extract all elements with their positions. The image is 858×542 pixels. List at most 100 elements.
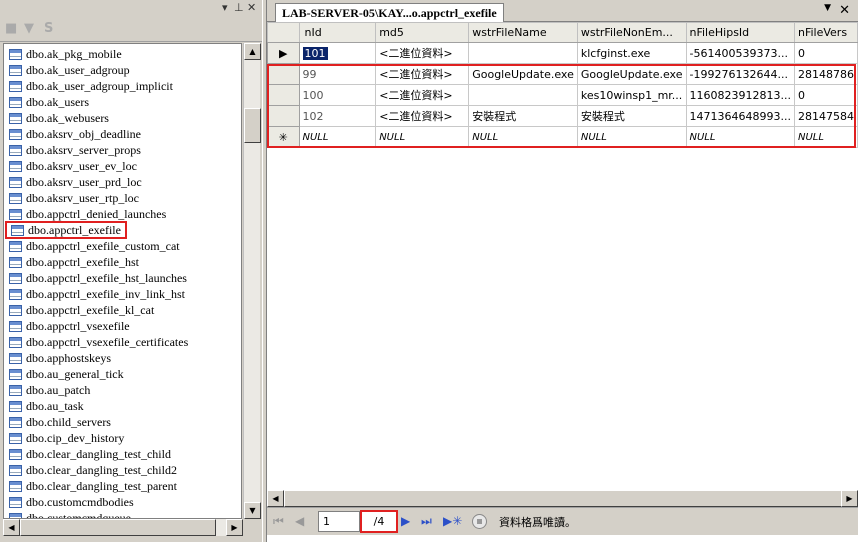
tree-item[interactable]: dbo.cip_dev_history [4, 430, 241, 446]
table-cell[interactable]: <二進位資料> [375, 63, 470, 85]
row-header[interactable]: ▶ [267, 42, 300, 64]
tree-item[interactable]: dbo.clear_dangling_test_parent [4, 478, 241, 494]
next-record-icon[interactable]: ▶ [401, 514, 410, 528]
tree-item[interactable]: dbo.aksrv_user_prd_loc [4, 174, 241, 190]
table-cell[interactable] [468, 84, 578, 106]
tree-item[interactable]: dbo.clear_dangling_test_child [4, 446, 241, 462]
column-header[interactable]: md5 [375, 22, 470, 43]
scroll-left-button[interactable]: ◀ [3, 519, 20, 536]
tree-item[interactable]: dbo.appctrl_exefile_custom_cat [4, 238, 241, 254]
filter-icon[interactable]: ▼ [24, 21, 34, 36]
column-header[interactable]: wstrFileName [468, 22, 578, 43]
table-cell[interactable]: <二進位資料> [375, 84, 470, 106]
table-cell[interactable] [468, 42, 578, 64]
table-cell[interactable]: 102 [298, 105, 377, 127]
scroll-left-button[interactable]: ◀ [267, 490, 284, 507]
table-row[interactable]: 100 <二進位資料> kes10winsp1_mr... 1160823912813… [267, 84, 858, 106]
tree-item[interactable]: dbo.appctrl_vsexefile_certificates [4, 334, 241, 350]
table-cell[interactable]: GoogleUpdate.exe [576, 63, 687, 85]
tree-item[interactable]: dbo.appctrl_vsexefile [4, 318, 241, 334]
table-cell[interactable]: -199276132644... [685, 63, 795, 85]
corner-header[interactable] [267, 22, 300, 43]
row-header[interactable] [267, 105, 300, 127]
table-cell[interactable]: <二進位資料> [375, 105, 470, 127]
last-record-icon[interactable]: ⏭ [421, 514, 432, 529]
row-header[interactable]: ✳ [267, 126, 300, 148]
new-record-icon[interactable]: ▶✳ [443, 514, 462, 528]
table-cell[interactable]: NULL [468, 126, 578, 148]
table-row[interactable]: 99 <二進位資料> GoogleUpdate.exe GoogleUpdate.ex… [267, 63, 858, 85]
tab-close-icon[interactable]: ✕ [839, 3, 850, 18]
tree-item[interactable]: dbo.ak_user_adgroup [4, 62, 241, 78]
stop-icon[interactable]: ■ [5, 21, 17, 36]
scroll-thumb[interactable] [244, 108, 261, 143]
table-cell[interactable]: 100 [298, 84, 377, 106]
tree-item[interactable]: dbo.aksrv_server_props [4, 142, 241, 158]
tree-item[interactable]: dbo.customcmdqueue [4, 510, 241, 518]
sync-icon[interactable]: S [44, 21, 53, 36]
vertical-scrollbar[interactable]: ▲ ▼ [243, 43, 261, 519]
table-row[interactable]: ✳ NULL NULL NULL NULL NULL NULL [267, 126, 858, 148]
column-header[interactable]: nFileVers [793, 22, 858, 43]
tree-item[interactable]: dbo.ak_user_adgroup_implicit [4, 78, 241, 94]
table-cell[interactable]: kes10winsp1_mr... [576, 84, 687, 106]
table-cell[interactable]: 0 [793, 84, 858, 106]
table-cell[interactable]: -561400539373... [685, 42, 795, 64]
row-header[interactable] [267, 84, 300, 106]
table-cell[interactable]: 28147584 [793, 105, 858, 127]
column-header[interactable]: nId [298, 22, 377, 43]
table-cell[interactable]: <二進位資料> [375, 42, 470, 64]
tree-item[interactable]: dbo.aksrv_user_rtp_loc [4, 190, 241, 206]
stop-icon[interactable] [472, 514, 487, 529]
tree-item[interactable]: dbo.appctrl_exefile_hst [4, 254, 241, 270]
column-header[interactable]: wstrFileNonEm... [576, 22, 687, 43]
table-row[interactable]: 102 <二進位資料> 安裝程式 安裝程式 1471364648993... 281475… [267, 105, 858, 127]
tree-item[interactable]: dbo.ak_webusers [4, 110, 241, 126]
scroll-up-button[interactable]: ▲ [244, 43, 261, 60]
table-cell[interactable]: 1160823912813... [685, 84, 795, 106]
prev-record-icon[interactable]: ◀ [295, 514, 304, 528]
tree-item[interactable]: dbo.appctrl_denied_launches [4, 206, 241, 222]
dropdown-icon[interactable]: ▾ [222, 1, 228, 14]
tree-item[interactable]: dbo.appctrl_exefile_kl_cat [4, 302, 241, 318]
tree-item[interactable]: dbo.aksrv_obj_deadline [4, 126, 241, 142]
tree-item[interactable]: dbo.customcmdbodies [4, 494, 241, 510]
scroll-down-button[interactable]: ▼ [244, 502, 261, 519]
tree-item[interactable]: dbo.aksrv_user_ev_loc [4, 158, 241, 174]
table-cell[interactable]: 1471364648993... [685, 105, 795, 127]
table-cell[interactable]: NULL [685, 126, 795, 148]
table-cell[interactable]: GoogleUpdate.exe [468, 63, 578, 85]
scroll-thumb[interactable] [20, 519, 216, 536]
tree-item[interactable]: dbo.au_task [4, 398, 241, 414]
column-header[interactable]: nFileHipsId [685, 22, 795, 43]
row-header[interactable] [267, 63, 300, 85]
tree-item[interactable]: dbo.child_servers [4, 414, 241, 430]
table-cell[interactable]: klcfginst.exe [576, 42, 687, 64]
table-cell[interactable]: 安裝程式 [576, 105, 687, 127]
page-number-input[interactable]: 1 [318, 511, 360, 532]
close-icon[interactable]: ✕ [247, 1, 256, 14]
tree-item[interactable]: dbo.apphostskeys [4, 350, 241, 366]
scroll-right-button[interactable]: ▶ [226, 519, 243, 536]
tree-item[interactable]: dbo.ak_users [4, 94, 241, 110]
table-cell[interactable]: 28148786 [793, 63, 858, 85]
table-row[interactable]: ▶ 101 <二進位資料> klcfginst.exe -561400539373...… [267, 42, 858, 64]
scroll-right-button[interactable]: ▶ [841, 490, 858, 507]
tree-item[interactable]: dbo.appctrl_exefile [5, 221, 127, 239]
table-cell[interactable]: 0 [793, 42, 858, 64]
tree-item[interactable]: dbo.au_general_tick [4, 366, 241, 382]
scroll-thumb[interactable] [284, 490, 844, 507]
tree-item[interactable]: dbo.clear_dangling_test_child2 [4, 462, 241, 478]
tree-item[interactable]: dbo.ak_pkg_mobile [4, 46, 241, 62]
table-cell[interactable]: 99 [298, 63, 377, 85]
table-cell[interactable]: NULL [298, 126, 377, 148]
table-cell[interactable]: NULL [375, 126, 470, 148]
table-cell[interactable]: 101 [298, 42, 377, 64]
document-tab[interactable]: LAB-SERVER-05\KAY...o.appctrl_exefile [275, 3, 504, 22]
tree-item[interactable]: dbo.appctrl_exefile_hst_launches [4, 270, 241, 286]
tree-item[interactable]: dbo.appctrl_exefile_inv_link_hst [4, 286, 241, 302]
table-cell[interactable]: NULL [793, 126, 858, 148]
first-record-icon[interactable]: ⏮ [273, 514, 284, 529]
tree-item[interactable]: dbo.au_patch [4, 382, 241, 398]
table-cell[interactable]: NULL [576, 126, 687, 148]
